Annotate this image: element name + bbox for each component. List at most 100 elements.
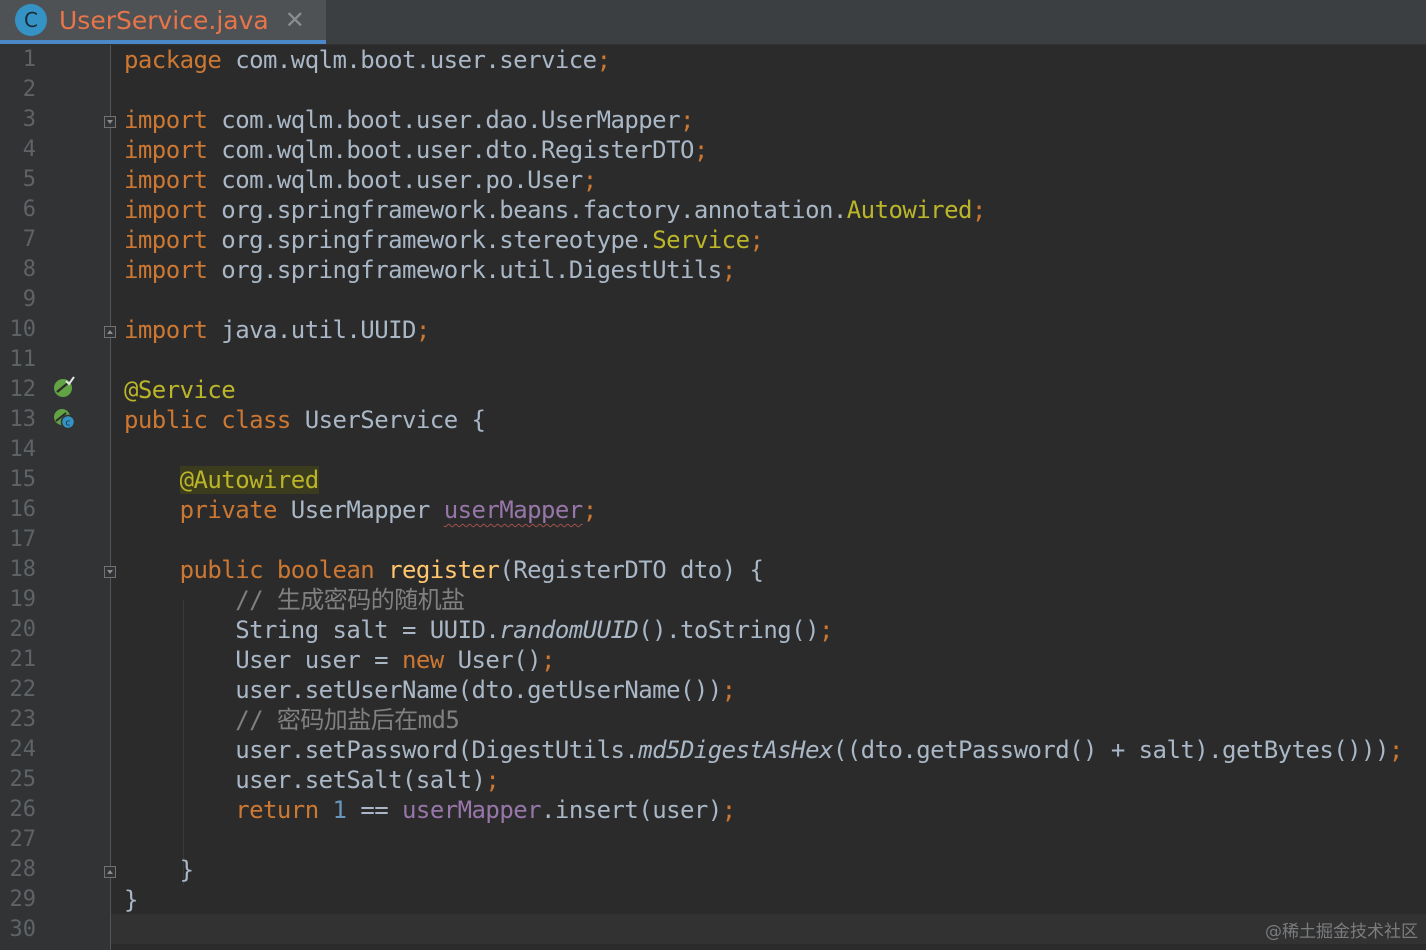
code-text[interactable]: // 密码加盐后在md5 bbox=[124, 705, 460, 735]
code-text[interactable]: public boolean register(RegisterDTO dto)… bbox=[124, 555, 764, 585]
line-number: 5 bbox=[22, 167, 36, 192]
line-number: 14 bbox=[9, 437, 37, 462]
code-line: 13 public class UserService { bbox=[0, 405, 1426, 435]
code-token: ; bbox=[749, 226, 764, 254]
code-token: .insert(user) bbox=[541, 796, 722, 824]
code-token: UserMapper bbox=[276, 496, 444, 524]
code-token: user.setPassword(DigestUtils. bbox=[124, 736, 639, 764]
code-token: User user = bbox=[124, 646, 402, 674]
code-line: 2 bbox=[0, 75, 1426, 105]
code-token: com.wqlm.boot.user.dto.RegisterDTO bbox=[207, 136, 694, 164]
code-token: String salt = UUID. bbox=[124, 616, 500, 644]
code-text[interactable]: return 1 == userMapper.insert(user); bbox=[124, 795, 736, 825]
code-text[interactable]: import org.springframework.util.DigestUt… bbox=[124, 255, 736, 285]
code-text[interactable]: } bbox=[124, 855, 194, 885]
code-token: User() bbox=[443, 646, 542, 674]
code-token: com.wqlm.boot.user.po.User bbox=[207, 166, 583, 194]
line-number: 11 bbox=[9, 347, 37, 372]
code-line: 28 } bbox=[0, 855, 1426, 885]
code-text[interactable]: private UserMapper userMapper; bbox=[124, 495, 598, 525]
code-line: 4 import com.wqlm.boot.user.dto.RegisterD… bbox=[0, 135, 1426, 165]
code-line: 29} bbox=[0, 885, 1426, 915]
line-number: 3 bbox=[22, 107, 36, 132]
code-token: java.util.UUID bbox=[207, 316, 416, 344]
line-number: 18 bbox=[9, 557, 37, 582]
code-token: org.springframework.util.DigestUtils bbox=[207, 256, 722, 284]
code-token: userMapper bbox=[402, 796, 542, 824]
line-number: 8 bbox=[22, 257, 36, 282]
code-line: 12 @Service bbox=[0, 375, 1426, 405]
code-token: (RegisterDTO dto) { bbox=[499, 556, 764, 584]
code-line: 26 return 1 == userMapper.insert(user); bbox=[0, 795, 1426, 825]
line-number: 20 bbox=[9, 617, 37, 642]
code-token: org.springframework.beans.factory.annota… bbox=[207, 196, 847, 224]
line-number: 26 bbox=[9, 797, 37, 822]
code-token: ; bbox=[485, 766, 500, 794]
code-line: 11 bbox=[0, 345, 1426, 375]
line-number: 7 bbox=[22, 227, 36, 252]
code-text[interactable]: import java.util.UUID; bbox=[124, 315, 430, 345]
code-text[interactable]: import com.wqlm.boot.user.dao.UserMapper… bbox=[124, 105, 694, 135]
code-token: } bbox=[124, 886, 138, 914]
code-token: ; bbox=[721, 796, 736, 824]
code-token: == bbox=[346, 796, 403, 824]
ide-window: C UserService.java ✕ c 1 package com.wqlm… bbox=[0, 0, 1426, 950]
tab-userservice-java[interactable]: C UserService.java ✕ bbox=[0, 0, 326, 44]
code-line: 3 import com.wqlm.boot.user.dao.UserMappe… bbox=[0, 105, 1426, 135]
line-number: 10 bbox=[9, 317, 37, 342]
code-token: Autowired bbox=[846, 196, 973, 224]
code-text[interactable]: public class UserService { bbox=[124, 405, 486, 435]
code-token: 1 bbox=[332, 796, 347, 824]
code-text[interactable]: @Autowired bbox=[124, 465, 319, 495]
code-text[interactable]: } bbox=[124, 885, 138, 915]
line-number: 28 bbox=[9, 857, 37, 882]
close-icon[interactable]: ✕ bbox=[285, 6, 305, 34]
line-number: 27 bbox=[9, 827, 37, 852]
code-line: 23 // 密码加盐后在md5 bbox=[0, 705, 1426, 735]
code-line: 17 bbox=[0, 525, 1426, 555]
code-token: user.setSalt(salt) bbox=[124, 766, 486, 794]
line-number: 17 bbox=[9, 527, 37, 552]
code-token: import bbox=[124, 136, 208, 164]
code-line: 5 import com.wqlm.boot.user.po.User; bbox=[0, 165, 1426, 195]
code-text[interactable]: user.setSalt(salt); bbox=[124, 765, 500, 795]
code-editor[interactable]: c 1 package com.wqlm.boot.user.service; 2 3… bbox=[0, 45, 1426, 950]
code-text[interactable]: import com.wqlm.boot.user.po.User; bbox=[124, 165, 597, 195]
code-token: ; bbox=[818, 616, 833, 644]
code-text[interactable]: @Service bbox=[124, 375, 236, 405]
code-token: md5DigestAsHex bbox=[638, 736, 833, 764]
code-token: @Autowired bbox=[179, 466, 319, 494]
code-token: ; bbox=[596, 46, 611, 74]
code-token: ; bbox=[541, 646, 555, 674]
line-number: 6 bbox=[22, 197, 36, 222]
code-text[interactable]: String salt = UUID.randomUUID().toString… bbox=[124, 615, 833, 645]
code-token: org.springframework.stereotype. bbox=[207, 226, 653, 254]
code-text[interactable]: User user = new User(); bbox=[124, 645, 555, 675]
code-text[interactable]: import org.springframework.beans.factory… bbox=[124, 195, 986, 225]
code-token: return bbox=[235, 796, 319, 824]
code-text[interactable]: import com.wqlm.boot.user.dto.RegisterDT… bbox=[124, 135, 708, 165]
line-number: 12 bbox=[9, 377, 37, 402]
code-text[interactable]: user.setUserName(dto.getUserName()); bbox=[124, 675, 736, 705]
code-token: ; bbox=[971, 196, 986, 224]
code-token: import bbox=[124, 196, 208, 224]
code-token: import bbox=[124, 316, 208, 344]
code-token: ; bbox=[721, 676, 736, 704]
line-number: 16 bbox=[9, 497, 37, 522]
line-number: 24 bbox=[9, 737, 37, 762]
code-text[interactable]: user.setPassword(DigestUtils.md5DigestAs… bbox=[124, 735, 1403, 765]
code-text[interactable]: import org.springframework.stereotype.Se… bbox=[124, 225, 764, 255]
code-text[interactable]: package com.wqlm.boot.user.service; bbox=[124, 45, 611, 75]
line-number: 23 bbox=[9, 707, 37, 732]
code-token: package bbox=[124, 46, 222, 74]
code-text[interactable]: // 生成密码的随机盐 bbox=[124, 585, 465, 615]
code-line: 9 bbox=[0, 285, 1426, 315]
line-number: 2 bbox=[22, 77, 36, 102]
code-token: register bbox=[388, 556, 500, 584]
line-number: 22 bbox=[9, 677, 37, 702]
code-line: 22 user.setUserName(dto.getUserName()); bbox=[0, 675, 1426, 705]
